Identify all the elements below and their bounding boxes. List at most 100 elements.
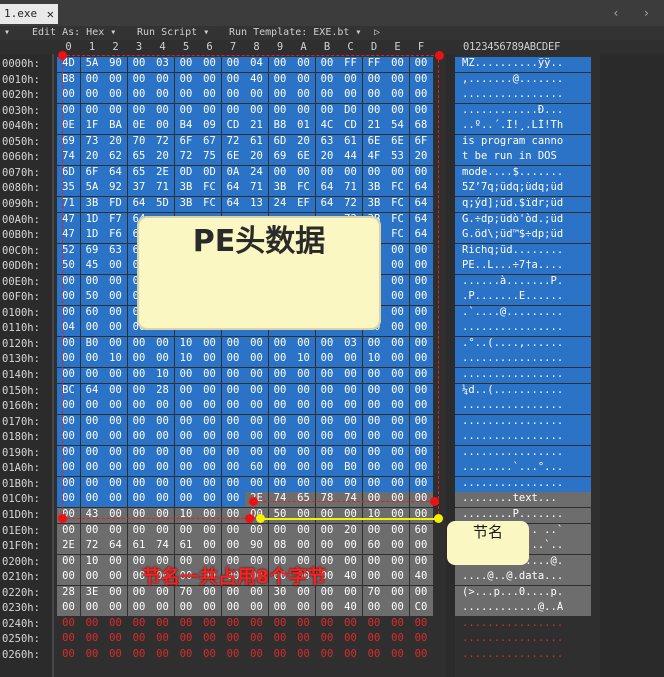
- hex-byte[interactable]: 00: [292, 507, 315, 523]
- hex-byte[interactable]: 00: [198, 383, 221, 399]
- hex-byte[interactable]: 00: [57, 632, 80, 647]
- hex-byte[interactable]: 00: [386, 290, 409, 306]
- hex-byte[interactable]: 10: [362, 352, 386, 368]
- hex-byte[interactable]: 00: [386, 414, 409, 430]
- hex-byte[interactable]: 1D: [80, 228, 104, 244]
- ascii-row[interactable]: ................: [455, 88, 591, 104]
- hex-byte[interactable]: 6E: [221, 150, 245, 166]
- hex-byte[interactable]: 00: [221, 399, 245, 415]
- hex-byte[interactable]: 47: [57, 228, 80, 244]
- ascii-row[interactable]: is program canno: [455, 134, 591, 150]
- hex-byte[interactable]: 00: [409, 476, 433, 492]
- hex-byte[interactable]: 00: [80, 103, 104, 119]
- hex-byte[interactable]: 00: [339, 88, 362, 104]
- hex-byte[interactable]: 0E: [57, 119, 80, 135]
- hex-byte[interactable]: 3B: [268, 181, 292, 197]
- hex-byte[interactable]: 00: [104, 103, 127, 119]
- hex-byte[interactable]: 00: [198, 414, 221, 430]
- hex-byte[interactable]: 00: [198, 88, 221, 104]
- hex-byte[interactable]: 00: [386, 305, 409, 321]
- hex-byte[interactable]: 00: [386, 103, 409, 119]
- ascii-row[interactable]: ....@..@.data...: [455, 570, 591, 586]
- hex-byte[interactable]: 00: [409, 259, 433, 275]
- hex-byte[interactable]: 00: [268, 88, 292, 104]
- hex-byte[interactable]: 00: [386, 243, 409, 259]
- hex-byte[interactable]: 00: [57, 617, 80, 632]
- collapse-icon[interactable]: ▾: [4, 26, 10, 40]
- hex-byte[interactable]: 00: [80, 274, 104, 290]
- hex-byte[interactable]: 00: [409, 165, 433, 181]
- hex-byte[interactable]: 00: [174, 399, 198, 415]
- hex-byte[interactable]: F6: [104, 228, 127, 244]
- hex-byte[interactable]: 00: [80, 414, 104, 430]
- hex-byte[interactable]: 00: [362, 492, 386, 508]
- hex-byte[interactable]: 13: [245, 196, 268, 212]
- ascii-row[interactable]: ................: [455, 321, 591, 337]
- hex-byte[interactable]: 69: [268, 150, 292, 166]
- hex-byte[interactable]: 64: [409, 181, 433, 197]
- hex-byte[interactable]: 00: [151, 507, 174, 523]
- hex-byte[interactable]: 0A: [221, 165, 245, 181]
- hex-byte[interactable]: 24: [268, 196, 292, 212]
- hex-byte[interactable]: 54: [386, 119, 409, 135]
- hex-byte[interactable]: 00: [386, 539, 409, 555]
- hex-byte[interactable]: 00: [174, 430, 198, 446]
- hex-byte[interactable]: 90: [245, 539, 268, 555]
- hex-byte[interactable]: 74: [268, 492, 292, 508]
- ascii-row[interactable]: ,.......@.......: [455, 72, 591, 88]
- hex-byte[interactable]: 00: [221, 445, 245, 461]
- hex-byte[interactable]: 10: [174, 507, 198, 523]
- ascii-pane[interactable]: MZ..........ÿÿ.. ,.......@...............…: [455, 54, 600, 677]
- hex-byte[interactable]: 00: [268, 399, 292, 415]
- hex-byte[interactable]: 00: [315, 88, 339, 104]
- hex-byte[interactable]: 04: [245, 57, 268, 72]
- hex-byte[interactable]: 00: [174, 103, 198, 119]
- hex-byte[interactable]: 00: [292, 103, 315, 119]
- hex-byte[interactable]: FC: [292, 181, 315, 197]
- hex-row[interactable]: 6D 6F 64 65 2E 0D 0D 0A 24 00 00 00 00 00 00 00: [54, 165, 446, 181]
- hex-byte[interactable]: 00: [410, 648, 433, 663]
- hex-byte[interactable]: 00: [362, 88, 386, 104]
- hex-byte[interactable]: 00: [198, 352, 221, 368]
- hex-byte[interactable]: 65: [292, 492, 315, 508]
- hex-byte[interactable]: 73: [80, 134, 104, 150]
- hex-byte[interactable]: 00: [409, 290, 433, 306]
- hex-byte[interactable]: 00: [245, 476, 268, 492]
- hex-byte[interactable]: 3E: [80, 585, 104, 601]
- hex-byte[interactable]: 00: [339, 352, 362, 368]
- hex-byte[interactable]: 24: [245, 165, 268, 181]
- hex-byte[interactable]: B4: [174, 119, 198, 135]
- hex-byte[interactable]: 6E: [386, 134, 409, 150]
- hex-byte[interactable]: 00: [174, 414, 198, 430]
- hex-byte[interactable]: 00: [386, 274, 409, 290]
- hex-byte[interactable]: 00: [410, 632, 433, 647]
- hex-byte[interactable]: 00: [316, 617, 339, 632]
- hex-byte[interactable]: 68: [409, 119, 433, 135]
- hex-byte[interactable]: 00: [409, 336, 433, 352]
- hex-byte[interactable]: 00: [221, 72, 245, 88]
- hex-byte[interactable]: 00: [386, 430, 409, 446]
- hex-byte[interactable]: 00: [151, 336, 174, 352]
- hex-byte[interactable]: 00: [57, 414, 80, 430]
- hex-byte[interactable]: 00: [386, 570, 409, 586]
- hex-byte[interactable]: 40: [409, 570, 433, 586]
- hex-byte[interactable]: 00: [221, 523, 245, 539]
- hex-byte[interactable]: 00: [339, 539, 362, 555]
- hex-byte[interactable]: 00: [409, 461, 433, 477]
- hex-byte[interactable]: 00: [174, 72, 198, 88]
- hex-byte[interactable]: 00: [104, 368, 127, 383]
- hex-byte[interactable]: 00: [409, 383, 433, 399]
- hex-byte[interactable]: 00: [104, 554, 127, 570]
- ascii-row[interactable]: ..º..´.Í!¸.LÍ!Th: [455, 119, 591, 135]
- hex-byte[interactable]: 00: [292, 461, 315, 477]
- hex-byte[interactable]: EF: [292, 196, 315, 212]
- hex-byte[interactable]: 00: [80, 88, 104, 104]
- hex-byte[interactable]: 00: [151, 445, 174, 461]
- hex-byte[interactable]: 00: [151, 648, 174, 663]
- hex-byte[interactable]: 00: [198, 492, 221, 508]
- hex-byte[interactable]: 6F: [80, 165, 104, 181]
- hex-byte[interactable]: 00: [175, 632, 198, 647]
- hex-byte[interactable]: 09: [198, 119, 221, 135]
- hex-byte[interactable]: 00: [198, 523, 221, 539]
- hex-byte[interactable]: 74: [57, 150, 80, 166]
